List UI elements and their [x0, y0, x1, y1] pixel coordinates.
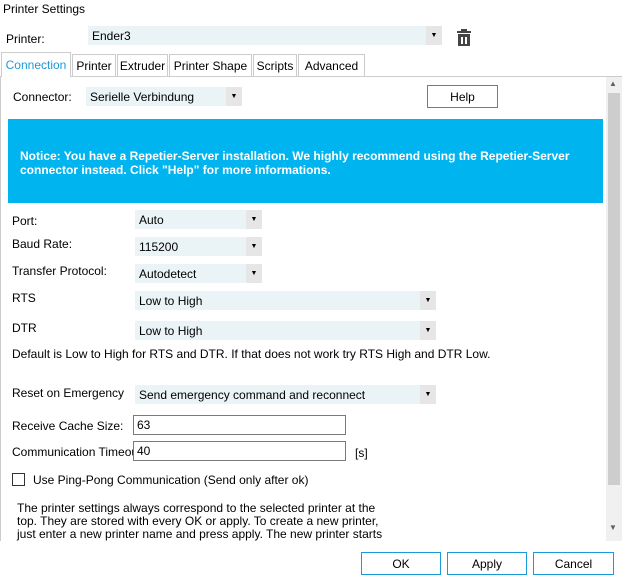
dtr-label: DTR — [12, 321, 37, 335]
chevron-down-icon: ▼ — [246, 210, 262, 229]
receive-cache-label: Receive Cache Size: — [12, 419, 124, 433]
scroll-up-icon[interactable]: ▲ — [609, 79, 617, 88]
printer-select[interactable]: Ender3 ▼ — [88, 26, 442, 45]
chevron-down-icon: ▼ — [426, 26, 442, 45]
timeout-unit: [s] — [355, 446, 368, 460]
vertical-scrollbar[interactable]: ▲ ▼ — [606, 77, 622, 541]
apply-button[interactable]: Apply — [447, 552, 527, 575]
tab-advanced[interactable]: Advanced — [298, 54, 365, 76]
tab-extruder[interactable]: Extruder — [117, 54, 168, 76]
chevron-down-icon: ▼ — [420, 321, 436, 340]
timeout-input[interactable]: 40 — [133, 441, 346, 461]
port-value: Auto — [139, 212, 164, 227]
printer-value: Ender3 — [92, 28, 131, 43]
transfer-protocol-value: Autodetect — [139, 266, 197, 281]
baud-rate-value: 115200 — [139, 239, 179, 254]
tab-scripts[interactable]: Scripts — [253, 54, 297, 76]
tab-printer[interactable]: Printer — [72, 54, 116, 76]
rts-value: Low to High — [139, 293, 203, 308]
chevron-down-icon: ▼ — [420, 291, 436, 310]
printer-label: Printer: — [6, 32, 45, 46]
rts-dtr-note: Default is Low to High for RTS and DTR. … — [12, 347, 491, 361]
repetier-server-notice: Notice: You have a Repetier-Server insta… — [8, 119, 603, 203]
trash-icon — [457, 29, 471, 46]
rts-label: RTS — [12, 291, 36, 305]
chevron-down-icon: ▼ — [420, 385, 436, 404]
port-select[interactable]: Auto ▼ — [135, 210, 262, 229]
chevron-down-icon: ▼ — [226, 87, 242, 106]
dtr-select[interactable]: Low to High ▼ — [135, 321, 436, 340]
reset-on-emergency-label: Reset on Emergency — [12, 386, 125, 400]
baud-rate-label: Baud Rate: — [12, 237, 73, 251]
delete-printer-button[interactable] — [456, 29, 472, 47]
port-label: Port: — [12, 214, 38, 228]
scroll-content: Connector: Serielle Verbindung ▼ Help Not… — [0, 77, 606, 541]
chevron-down-icon: ▼ — [246, 264, 262, 283]
scrollbar-thumb[interactable] — [608, 93, 620, 485]
pingpong-checkbox[interactable] — [12, 473, 25, 486]
pingpong-label: Use Ping-Pong Communication (Send only a… — [33, 473, 309, 487]
connector-select[interactable]: Serielle Verbindung ▼ — [86, 87, 242, 106]
receive-cache-input[interactable]: 63 — [133, 415, 346, 435]
connector-label: Connector: — [13, 90, 72, 104]
reset-on-emergency-select[interactable]: Send emergency command and reconnect ▼ — [135, 385, 436, 404]
window-title: Printer Settings — [3, 2, 86, 16]
cancel-button[interactable]: Cancel — [533, 552, 614, 575]
ok-button[interactable]: OK — [361, 552, 441, 575]
connector-value: Serielle Verbindung — [90, 89, 195, 104]
baud-rate-select[interactable]: 115200 ▼ — [135, 237, 262, 256]
scroll-down-icon[interactable]: ▼ — [609, 523, 617, 532]
chevron-down-icon: ▼ — [246, 237, 262, 256]
tab-printer-shape[interactable]: Printer Shape — [169, 54, 252, 76]
timeout-label: Communication Timeout: — [12, 445, 145, 459]
reset-on-emergency-value: Send emergency command and reconnect — [139, 387, 366, 402]
rts-select[interactable]: Low to High ▼ — [135, 291, 436, 310]
help-button[interactable]: Help — [427, 85, 498, 108]
dtr-value: Low to High — [139, 323, 203, 338]
info-text: The printer settings always correspond t… — [17, 501, 383, 542]
tab-connection[interactable]: Connection — [1, 52, 71, 77]
transfer-protocol-label: Transfer Protocol: — [12, 264, 107, 278]
tab-panel-connection: Connector: Serielle Verbindung ▼ Help Not… — [0, 76, 622, 541]
transfer-protocol-select[interactable]: Autodetect ▼ — [135, 264, 262, 283]
